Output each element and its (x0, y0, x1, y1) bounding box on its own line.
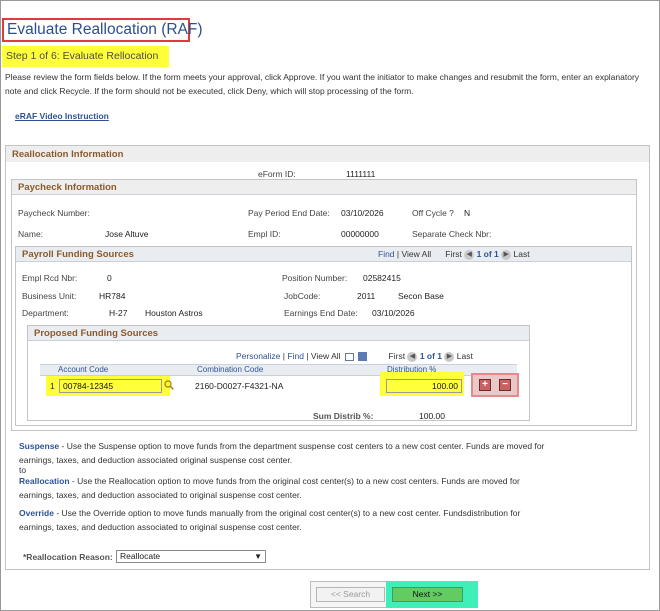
account-code-input[interactable]: 00784-12345 (59, 379, 162, 393)
name-label: Name: (18, 229, 44, 239)
payroll-first-link[interactable]: First (445, 249, 462, 259)
separate-check-label: Separate Check Nbr: (412, 229, 492, 239)
position-number-label: Position Number: (282, 273, 348, 283)
download-icon[interactable] (358, 352, 368, 362)
proposed-grid-nav: Personalize | Find | View All First ◀ 1 … (236, 351, 473, 362)
help-override-text: - Use the Override option to move funds … (19, 508, 521, 532)
prev-arrow-icon[interactable]: ◀ (407, 351, 418, 362)
payroll-header: Payroll Funding Sources (16, 247, 631, 262)
payroll-find-link[interactable]: Find (378, 249, 395, 259)
video-instruction-link[interactable]: eRAF Video Instruction (15, 111, 109, 121)
col-combination-code[interactable]: Combination Code (197, 365, 263, 374)
reallocation-reason-select[interactable]: Reallocate ▼ (116, 550, 266, 563)
reallocation-header: Reallocation Information (6, 146, 649, 162)
name-value: Jose Altuve (105, 229, 149, 239)
next-arrow-icon[interactable]: ▶ (501, 249, 512, 260)
payroll-range: 1 of 1 (476, 249, 499, 259)
personalize-link[interactable]: Personalize (236, 351, 280, 361)
proposed-header: Proposed Funding Sources (28, 326, 529, 341)
position-number-value: 02582415 (363, 273, 401, 283)
next-arrow-icon[interactable]: ▶ (444, 351, 455, 362)
search-button[interactable]: << Search (316, 587, 385, 602)
pay-period-end-label: Pay Period End Date: (248, 208, 330, 218)
chevron-down-icon: ▼ (254, 552, 262, 561)
reallocation-reason-label: *Reallocation Reason: (23, 552, 113, 562)
empl-id-label: Empl ID: (248, 229, 281, 239)
pay-period-end-value: 03/10/2026 (341, 208, 384, 218)
minus-icon[interactable]: − (499, 379, 511, 391)
earnings-end-label: Earnings End Date: (284, 308, 358, 318)
col-account-code[interactable]: Account Code (58, 365, 108, 374)
help-reallocation: Reallocation - Use the Reallocation opti… (19, 475, 549, 502)
payroll-view-all-link[interactable]: View All (402, 249, 432, 259)
magnifier-icon[interactable] (164, 380, 174, 390)
help-override-term: Override (19, 508, 54, 518)
business-unit-label: Business Unit: (22, 291, 77, 301)
proposed-range: 1 of 1 (419, 351, 443, 361)
eform-id-label: eForm ID: (258, 169, 296, 179)
nav-separator: | (396, 249, 400, 259)
paycheck-header: Paycheck Information (12, 180, 636, 195)
business-unit-value: HR784 (99, 291, 126, 301)
department-label: Department: (22, 308, 69, 318)
page-title: Evaluate Reallocation (RAF) (7, 21, 203, 38)
jobcode-label: JobCode: (284, 291, 321, 301)
grid-icon[interactable] (344, 352, 354, 361)
payroll-last-link[interactable]: Last (514, 249, 530, 259)
help-reallocation-term: Reallocation (19, 476, 70, 486)
nav-separator: | (282, 351, 286, 361)
off-cycle-label: Off Cycle ? (412, 208, 454, 218)
paycheck-number-label: Paycheck Number: (18, 208, 90, 218)
step-indicator: Step 1 of 6: Evaluate Rellocation (6, 50, 159, 62)
proposed-find-link[interactable]: Find (287, 351, 304, 361)
proposed-first-link[interactable]: First (389, 351, 406, 361)
sum-distrib-value: 100.00 (419, 411, 445, 421)
empl-rcd-value: 0 (107, 273, 112, 283)
plus-icon[interactable]: + (479, 379, 491, 391)
prev-arrow-icon[interactable]: ◀ (464, 249, 475, 260)
eform-id-value: 1111111 (346, 169, 376, 179)
empl-rcd-label: Empl Rcd Nbr: (22, 273, 78, 283)
jobcode-value: 2011 (357, 291, 376, 301)
department-value: H-27 (109, 308, 128, 318)
nav-separator: | (306, 351, 309, 361)
combination-code-value: 2160-D0027-F4321-NA (195, 381, 284, 391)
proposed-view-all-link[interactable]: View All (311, 351, 341, 361)
sum-distrib-label: Sum Distrib %: (313, 411, 374, 421)
payroll-grid-nav: Find | View All First ◀ 1 of 1 ▶ Last (378, 249, 530, 260)
help-reallocation-text: - Use the Reallocation option to move fu… (19, 476, 520, 500)
distribution-input[interactable]: 100.00 (386, 379, 462, 393)
earnings-end-value: 03/10/2026 (372, 308, 415, 318)
help-override: Override - Use the Override option to mo… (19, 507, 549, 534)
reallocation-reason-value: Reallocate (120, 551, 161, 561)
off-cycle-value: N (464, 208, 471, 218)
jobcode-description: Secon Base (398, 291, 444, 301)
department-description: Houston Astros (145, 308, 203, 318)
help-suspense-text: - Use the Suspense option to move funds … (19, 441, 545, 465)
help-suspense-term: Suspense (19, 441, 60, 451)
proposed-last-link[interactable]: Last (457, 351, 473, 361)
help-suspense: Suspense - Use the Suspense option to mo… (19, 440, 549, 467)
row-number: 1 (50, 381, 55, 391)
next-button[interactable]: Next >> (392, 587, 463, 602)
instructions-text: Please review the form fields below. If … (5, 72, 640, 96)
empl-id-value: 00000000 (341, 229, 379, 239)
